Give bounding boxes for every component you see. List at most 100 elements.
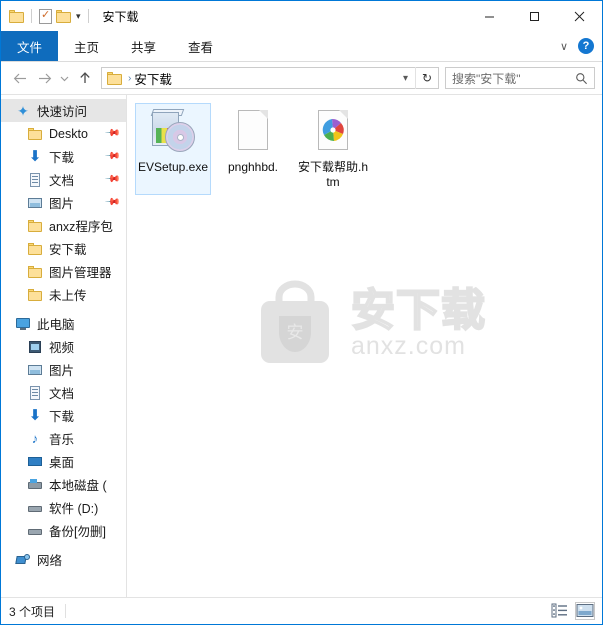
file-name: EVSetup.exe	[137, 160, 209, 174]
toolbar-divider	[31, 9, 32, 23]
navigation-pane[interactable]: ✦ 快速访问 Deskto 📌 ⬇ 下载 📌 文档 📌 图片 📌 anxz程序包…	[1, 95, 127, 597]
sidebar-item-pictures-pc[interactable]: 图片	[1, 358, 126, 381]
search-box[interactable]: 搜索"安下载"	[445, 67, 595, 89]
computer-icon	[15, 316, 31, 332]
sidebar-item-label: 备份[勿删]	[49, 525, 106, 539]
pin-icon[interactable]: 📌	[103, 148, 120, 165]
folder-properties-icon[interactable]	[9, 9, 24, 23]
search-input[interactable]: 搜索"安下载"	[452, 70, 575, 87]
sidebar-group-network[interactable]: 网络	[1, 548, 126, 571]
desktop-icon	[27, 454, 43, 470]
sidebar-item-desktop-pc[interactable]: 桌面	[1, 450, 126, 473]
sidebar-item-label: 下载	[49, 151, 75, 165]
window-title: 安下载	[102, 9, 139, 24]
watermark-domain: anxz.com	[351, 332, 466, 360]
sidebar-item-label: 音乐	[49, 433, 75, 447]
sidebar-item-label: 文档	[49, 174, 75, 188]
large-icons-view-button[interactable]	[575, 602, 595, 620]
address-dropdown-icon[interactable]: ▾	[396, 73, 415, 84]
file-item-pnghhbd[interactable]: pnghhbd.	[215, 103, 291, 195]
close-button[interactable]	[557, 1, 602, 31]
sidebar-item-label: 快速访问	[37, 105, 88, 119]
picture-icon	[27, 362, 43, 378]
up-button[interactable]	[73, 66, 97, 90]
tab-file[interactable]: 文件	[1, 31, 59, 61]
help-icon[interactable]: ?	[578, 38, 594, 54]
folder-icon	[27, 287, 43, 303]
document-icon	[27, 172, 43, 188]
file-list-pane[interactable]: 安 安下载 anxz.com EVSetup.exe pnghhbd. 安下载帮…	[127, 95, 602, 597]
blank-document-icon	[229, 108, 277, 156]
sidebar-item-backup-drive[interactable]: 备份[勿删]	[1, 519, 126, 542]
sidebar-item-music[interactable]: ♪ 音乐	[1, 427, 126, 450]
title-bar: ▾ 安下载	[1, 1, 602, 31]
address-bar: › 安下载 ▾ ↻ 搜索"安下载"	[1, 62, 602, 94]
sidebar-item-label: 下载	[49, 410, 75, 424]
search-icon	[576, 72, 587, 84]
tab-view[interactable]: 查看	[172, 31, 229, 61]
sidebar-item-not-uploaded[interactable]: 未上传	[1, 283, 126, 306]
pinwheel-icon	[322, 118, 344, 142]
sidebar-item-drive-d[interactable]: 软件 (D:)	[1, 496, 126, 519]
file-item-help-htm[interactable]: 安下载帮助.htm	[295, 103, 371, 195]
sidebar-item-label: 文档	[49, 387, 75, 401]
breadcrumb-separator-icon[interactable]: ›	[125, 73, 134, 84]
minimize-button[interactable]	[467, 1, 512, 31]
sidebar-item-label: 此电脑	[37, 318, 75, 332]
new-folder-icon[interactable]	[56, 9, 71, 23]
file-explorer-window: ▾ 安下载 文件 主页 共享 查看 ∨ ?	[0, 0, 603, 625]
sidebar-item-anxiazai[interactable]: 安下载	[1, 237, 126, 260]
sidebar-item-label: 未上传	[49, 289, 87, 303]
drive-icon	[27, 523, 43, 539]
folder-icon	[27, 218, 43, 234]
pin-icon[interactable]: 📌	[103, 125, 120, 142]
sidebar-item-anxz-package[interactable]: anxz程序包	[1, 214, 126, 237]
folder-icon	[27, 264, 43, 280]
recent-locations-button[interactable]	[56, 66, 73, 90]
breadcrumb-folder-icon	[107, 71, 122, 85]
refresh-button[interactable]: ↻	[415, 67, 438, 89]
sidebar-item-downloads-pc[interactable]: ⬇ 下载	[1, 404, 126, 427]
properties-icon[interactable]	[39, 8, 52, 24]
html-document-icon	[309, 108, 357, 156]
status-divider	[65, 604, 67, 618]
document-icon	[27, 385, 43, 401]
file-item-evsetup[interactable]: EVSetup.exe	[135, 103, 211, 195]
sidebar-item-documents-pc[interactable]: 文档	[1, 381, 126, 404]
tab-share[interactable]: 共享	[115, 31, 172, 61]
forward-button[interactable]	[32, 66, 56, 90]
pin-icon[interactable]: 📌	[103, 171, 120, 188]
sidebar-item-documents[interactable]: 文档 📌	[1, 168, 126, 191]
ribbon-tab-bar: 文件 主页 共享 查看 ∨ ?	[1, 31, 602, 62]
ribbon-right-controls: ∨ ?	[560, 31, 602, 61]
customize-caret-icon[interactable]: ▾	[76, 11, 81, 22]
maximize-button[interactable]	[512, 1, 557, 31]
pin-icon[interactable]: 📌	[103, 194, 120, 211]
drive-icon	[27, 500, 43, 516]
sidebar-group-this-pc[interactable]: 此电脑	[1, 312, 126, 335]
sidebar-item-downloads[interactable]: ⬇ 下载 📌	[1, 145, 126, 168]
sidebar-item-videos[interactable]: 视频	[1, 335, 126, 358]
sidebar-group-quick-access[interactable]: ✦ 快速访问	[1, 99, 126, 122]
details-view-button[interactable]	[551, 603, 569, 619]
download-icon: ⬇	[28, 147, 42, 165]
sidebar-item-picture-manager[interactable]: 图片管理器	[1, 260, 126, 283]
status-bar: 3 个项目	[1, 597, 602, 624]
sidebar-item-label: Deskto	[49, 126, 88, 141]
file-grid: EVSetup.exe pnghhbd. 安下载帮助.htm	[127, 95, 602, 201]
view-toggle-group	[551, 602, 595, 620]
sidebar-item-desktop[interactable]: Deskto 📌	[1, 122, 126, 145]
folder-icon	[27, 126, 43, 142]
sidebar-item-pictures[interactable]: 图片 📌	[1, 191, 126, 214]
file-name: 安下载帮助.htm	[297, 160, 368, 189]
expand-ribbon-chevron-icon[interactable]: ∨	[560, 40, 568, 53]
sidebar-item-label: anxz程序包	[49, 220, 113, 234]
sidebar-item-local-disk[interactable]: 本地磁盘 (	[1, 473, 126, 496]
breadcrumb-item-current[interactable]: 安下载	[134, 69, 172, 88]
tab-home[interactable]: 主页	[58, 31, 115, 61]
back-button[interactable]	[8, 66, 32, 90]
sidebar-item-label: 视频	[49, 341, 75, 355]
breadcrumb[interactable]: › 安下载 ▾ ↻	[101, 67, 439, 89]
sidebar-item-label: 图片	[49, 197, 75, 211]
sidebar-item-label: 图片管理器	[49, 266, 112, 280]
